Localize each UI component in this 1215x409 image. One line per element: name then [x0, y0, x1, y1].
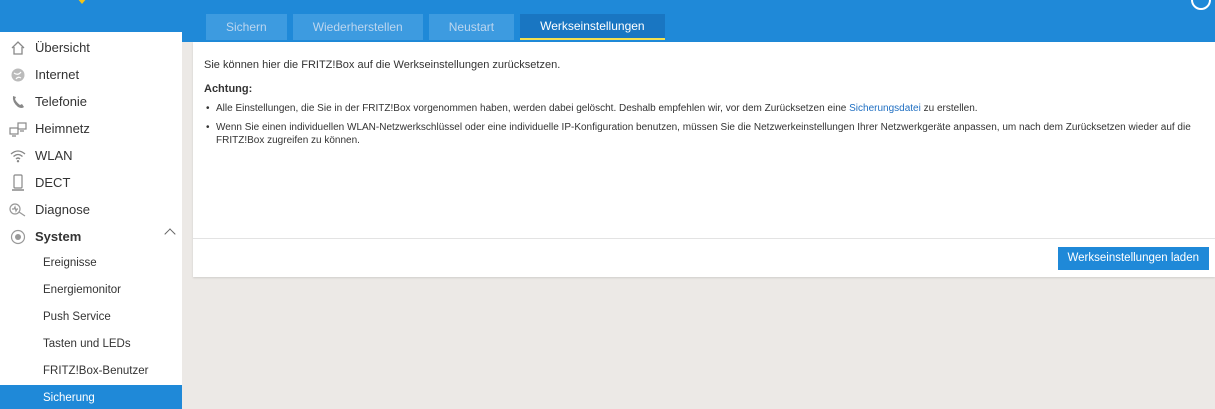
warning-list: Alle Einstellungen, die Sie in der FRITZ… [204, 102, 1204, 153]
diagnose-icon [9, 201, 27, 219]
chevron-up-icon[interactable] [164, 228, 176, 240]
sidebar-item-heimnetz[interactable]: Heimnetz [0, 115, 182, 142]
sidebar-subitem-sicherung[interactable]: Sicherung [0, 385, 182, 409]
sidebar-subitem-ereignisse[interactable]: Ereignisse [0, 250, 182, 277]
phone-icon [9, 93, 27, 111]
intro-text: Sie können hier die FRITZ!Box auf die We… [204, 59, 561, 71]
sidebar-item-label: DECT [35, 175, 71, 190]
sidebar-item-system[interactable]: System [0, 223, 182, 250]
tab-sichern[interactable]: Sichern [206, 14, 287, 40]
sidebar-subitem-fritzbox-benutzer[interactable]: FRITZ!Box-Benutzer [0, 358, 182, 385]
sidebar-item-diagnose[interactable]: Diagnose [0, 196, 182, 223]
wifi-icon [9, 147, 27, 165]
tab-wiederherstellen[interactable]: Wiederherstellen [292, 14, 423, 40]
sidebar: Übersicht Internet Telefonie Heimnetz WL… [0, 32, 182, 409]
sidebar-item-label: Internet [35, 67, 80, 82]
bullet-text: zu erstellen. [923, 103, 978, 114]
fritz-logo-icon [78, 0, 86, 4]
sidebar-subitem-tasten-und-leds[interactable]: Tasten und LEDs [0, 331, 182, 358]
werkseinstellungen-laden-button[interactable]: Werkseinstellungen laden [1057, 247, 1209, 270]
sidebar-item-label: Heimnetz [35, 121, 90, 136]
logo-area [0, 0, 182, 32]
globe-icon [9, 66, 27, 84]
sidebar-subitem-push-service[interactable]: Push Service [0, 304, 182, 331]
sidebar-item-label: System [35, 229, 82, 244]
home-icon [9, 39, 27, 57]
sidebar-item-label: Übersicht [35, 40, 90, 55]
sidebar-item-label: Diagnose [35, 202, 90, 217]
list-item: Alle Einstellungen, die Sie in der FRITZ… [204, 102, 1204, 116]
bullet-text: Alle Einstellungen, die Sie in der FRITZ… [216, 103, 847, 114]
tab-bar: Sichern Wiederherstellen Neustart Werkse… [206, 14, 665, 40]
sidebar-item-telefonie[interactable]: Telefonie [0, 88, 182, 115]
sidebar-item-label: WLAN [35, 148, 73, 163]
network-icon [9, 120, 27, 138]
sidebar-item-internet[interactable]: Internet [0, 61, 182, 88]
dect-phone-icon [9, 173, 27, 192]
content-panel: Sie können hier die FRITZ!Box auf die We… [193, 42, 1215, 277]
sidebar-item-dect[interactable]: DECT [0, 169, 182, 196]
divider [193, 238, 1215, 239]
list-item: Wenn Sie einen individuellen WLAN-Netzwe… [204, 121, 1204, 148]
sicherungsdatei-link[interactable]: Sicherungsdatei [849, 103, 921, 114]
sidebar-item-label: Telefonie [35, 94, 88, 109]
sidebar-item-wlan[interactable]: WLAN [0, 142, 182, 169]
tab-neustart[interactable]: Neustart [428, 14, 515, 40]
sidebar-item-uebersicht[interactable]: Übersicht [0, 34, 182, 61]
sidebar-subitem-energiemonitor[interactable]: Energiemonitor [0, 277, 182, 304]
warning-heading: Achtung: [204, 83, 253, 95]
tab-werkseinstellungen[interactable]: Werkseinstellungen [520, 14, 665, 40]
system-icon [9, 228, 27, 246]
